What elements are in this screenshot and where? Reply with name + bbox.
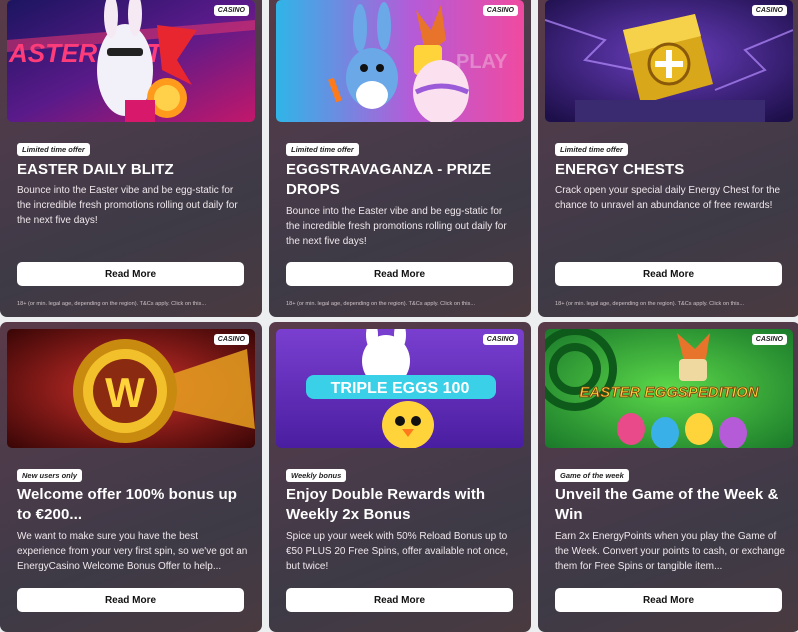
- play-art-text: PLAY: [456, 51, 508, 73]
- read-more-button[interactable]: Read More: [17, 262, 244, 286]
- casino-tag: CASINO: [751, 334, 787, 345]
- offer-badge: Limited time offer: [286, 143, 359, 156]
- promo-image-welcome-offer[interactable]: W CASINO: [7, 329, 255, 448]
- casino-tag: CASINO: [213, 334, 249, 345]
- promo-title: Welcome offer 100% bonus up to €200...: [17, 486, 237, 523]
- read-more-button[interactable]: Read More: [286, 262, 513, 286]
- read-more-button[interactable]: Read More: [555, 262, 782, 286]
- promo-image-energy-chests[interactable]: CASINO: [545, 0, 793, 122]
- promo-title: ENERGY CHESTS: [555, 161, 685, 178]
- legal-disclaimer: 18+ (or min. legal age, depending on the…: [286, 301, 475, 307]
- casino-tag: CASINO: [482, 334, 518, 345]
- promo-card-welcome-offer[interactable]: W CASINO New users only Welcome offer 10…: [0, 322, 262, 632]
- promo-description: We want to make sure you have the best e…: [17, 531, 248, 572]
- promo-description: Crack open your special daily Energy Che…: [555, 185, 781, 211]
- promo-card-game-of-the-week[interactable]: EASTER EGGSPEDITION CASINO Game of the w…: [538, 322, 798, 632]
- read-more-button[interactable]: Read More: [555, 588, 782, 612]
- promo-image-easter-eggspedition[interactable]: EASTER EGGSPEDITION CASINO: [545, 329, 793, 448]
- promo-title: Unveil the Game of the Week & Win: [555, 486, 779, 523]
- offer-badge: Weekly bonus: [286, 469, 347, 482]
- promo-card-easter-daily-blitz[interactable]: ASTER BLITZ CASINO Limited time offer EA…: [0, 0, 262, 317]
- promotions-grid: ASTER BLITZ CASINO Limited time offer EA…: [0, 0, 798, 632]
- blitz-art-text: ASTER BLITZ: [8, 38, 179, 68]
- promo-card-energy-chests[interactable]: CASINO Limited time offer ENERGY CHESTS …: [538, 0, 798, 317]
- promo-description: Earn 2x EnergyPoints when you play the G…: [555, 531, 785, 572]
- welcome-coin-letter: W: [105, 369, 145, 416]
- promo-card-eggstravaganza[interactable]: PLAY CASINO Limited time offer EGGSTRAVA…: [269, 0, 531, 317]
- promo-description: Bounce into the Easter vibe and be egg-s…: [286, 206, 507, 247]
- promo-title: EGGSTRAVAGANZA - PRIZE DROPS: [286, 161, 492, 198]
- promo-description: Bounce into the Easter vibe and be egg-s…: [17, 185, 238, 226]
- casino-tag: CASINO: [482, 5, 518, 16]
- offer-badge: New users only: [17, 469, 83, 482]
- casino-tag: CASINO: [751, 5, 787, 16]
- promo-image-triple-eggs[interactable]: TRIPLE EGGS 100 CASINO: [276, 329, 524, 448]
- promo-title: EASTER DAILY BLITZ: [17, 161, 174, 178]
- read-more-button[interactable]: Read More: [286, 588, 513, 612]
- casino-tag: CASINO: [213, 5, 249, 16]
- triple-eggs-text: TRIPLE EGGS 100: [331, 380, 470, 397]
- legal-disclaimer: 18+ (or min. legal age, depending on the…: [17, 301, 206, 307]
- offer-badge: Game of the week: [555, 469, 629, 482]
- promo-description: Spice up your week with 50% Reload Bonus…: [286, 531, 509, 572]
- offer-badge: Limited time offer: [555, 143, 628, 156]
- legal-disclaimer: 18+ (or min. legal age, depending on the…: [555, 301, 744, 307]
- read-more-button[interactable]: Read More: [17, 588, 244, 612]
- promo-image-eggstravaganza[interactable]: PLAY CASINO: [276, 0, 524, 122]
- promo-card-weekly-2x-bonus[interactable]: TRIPLE EGGS 100 CASINO Weekly bonus Enjo…: [269, 322, 531, 632]
- promo-title: Enjoy Double Rewards with Weekly 2x Bonu…: [286, 486, 486, 523]
- eggspedition-text: EASTER EGGSPEDITION: [579, 384, 759, 401]
- offer-badge: Limited time offer: [17, 143, 90, 156]
- promo-image-easter-daily-blitz[interactable]: ASTER BLITZ CASINO: [7, 0, 255, 122]
